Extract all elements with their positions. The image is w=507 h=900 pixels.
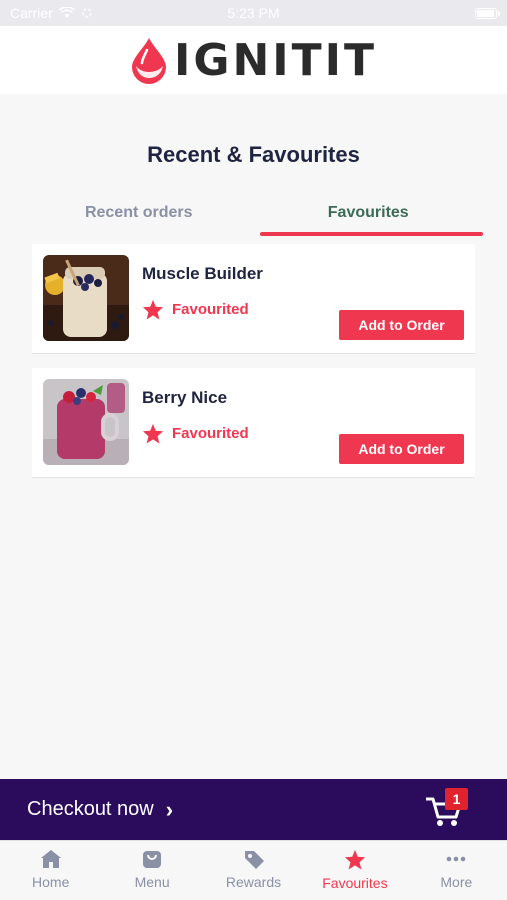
home-icon bbox=[40, 850, 61, 868]
nav-label: Menu bbox=[134, 874, 170, 890]
star-icon bbox=[344, 849, 365, 870]
nav-home[interactable]: Home bbox=[0, 841, 101, 900]
nav-rewards[interactable]: Rewards bbox=[203, 841, 304, 900]
product-name: Berry Nice bbox=[142, 388, 228, 407]
add-to-order-button[interactable]: Add to Order bbox=[339, 434, 464, 464]
add-to-order-button[interactable]: Add to Order bbox=[339, 310, 464, 340]
product-name: Muscle Builder bbox=[142, 264, 263, 283]
product-image[interactable] bbox=[43, 255, 129, 341]
flame-drop-icon bbox=[131, 38, 166, 84]
smoothie-cream-icon bbox=[43, 255, 129, 341]
tab-bar: Recent orders Favourites bbox=[24, 198, 483, 238]
page-title: Recent & Favourites bbox=[147, 142, 360, 167]
chevron-right-icon: › bbox=[165, 796, 174, 822]
more-icon bbox=[447, 856, 466, 862]
favourite-status: Favourited bbox=[142, 299, 249, 320]
bottom-nav: Home Menu Rewards Favourites More bbox=[0, 840, 507, 900]
battery-icon bbox=[475, 7, 500, 19]
favourite-status: Favourited bbox=[142, 423, 249, 444]
star-icon bbox=[142, 423, 164, 444]
nav-favourites[interactable]: Favourites bbox=[304, 841, 405, 900]
checkout-label: Checkout now bbox=[27, 798, 154, 820]
nav-more[interactable]: More bbox=[406, 841, 507, 900]
tag-icon bbox=[244, 851, 264, 869]
bag-icon bbox=[143, 851, 162, 868]
battery-level bbox=[477, 9, 494, 17]
status-bar: Carrier 5:23 PM bbox=[0, 0, 507, 26]
logo-text: IGNITIT bbox=[173, 34, 378, 86]
star-icon bbox=[142, 299, 164, 320]
nav-menu[interactable]: Menu bbox=[101, 841, 202, 900]
app-header: IGNITIT bbox=[0, 26, 507, 94]
favourite-card: Berry Nice Favourited Add to Order bbox=[32, 368, 475, 478]
checkout-bar[interactable]: Checkout now › bbox=[0, 779, 507, 840]
smoothie-berry-icon bbox=[43, 379, 129, 465]
cart-count-badge: 1 bbox=[445, 788, 468, 810]
tab-favourites[interactable]: Favourites bbox=[254, 198, 484, 238]
favourite-label: Favourited bbox=[172, 301, 249, 318]
nav-label: More bbox=[440, 874, 473, 890]
favourite-label: Favourited bbox=[172, 425, 249, 442]
nav-label: Rewards bbox=[225, 874, 282, 890]
favourite-card: Muscle Builder Favourited Add to Order bbox=[32, 244, 475, 354]
nav-label: Favourites bbox=[322, 875, 388, 891]
product-image[interactable] bbox=[43, 379, 129, 465]
nav-label: Home bbox=[32, 874, 70, 890]
tab-recent-orders[interactable]: Recent orders bbox=[24, 198, 254, 238]
status-time: 5:23 PM bbox=[227, 5, 280, 21]
